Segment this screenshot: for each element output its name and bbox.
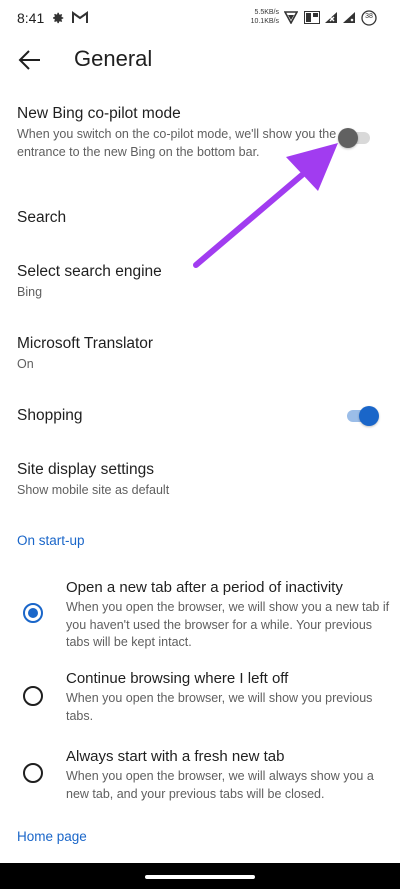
home-gesture-handle[interactable] [145, 875, 255, 879]
setting-copilot-mode[interactable]: New Bing co-pilot mode When you switch o… [0, 100, 400, 180]
startup-option-desc: When you open the browser, we will show … [66, 600, 390, 649]
copilot-toggle-thumb [338, 128, 358, 148]
translator-value: On [17, 357, 34, 371]
signal-icon [283, 11, 299, 29]
radio-button[interactable] [22, 685, 44, 707]
status-bar: 8:41 5.5KB/s 10.1KB/s 38 [0, 0, 400, 36]
system-navigation-bar [0, 863, 400, 889]
setting-site-display[interactable]: Site display settings Show mobile site a… [0, 452, 400, 502]
wifi-icon [342, 11, 356, 29]
speed-down: 10.1KB/s [250, 18, 279, 25]
translator-label: Microsoft Translator [17, 335, 154, 352]
network-speed: 5.5KB/s 10.1KB/s [249, 8, 279, 26]
search-engine-label: Select search engine [17, 263, 162, 280]
startup-option-title: Always start with a fresh new tab [66, 748, 285, 765]
page-title: General [74, 46, 153, 71]
shopping-label: Shopping [17, 407, 83, 424]
shopping-toggle-thumb [359, 406, 379, 426]
search-engine-value: Bing [17, 285, 43, 299]
startup-option[interactable]: Open a new tab after a period of inactiv… [0, 572, 400, 652]
section-heading-homepage: Home page [17, 829, 87, 844]
setting-translator[interactable]: Microsoft Translator On [0, 326, 400, 376]
startup-option[interactable]: Always start with a fresh new tab When y… [0, 742, 400, 806]
signal-crossed-icon [324, 11, 338, 29]
startup-option-title: Open a new tab after a period of inactiv… [66, 579, 343, 596]
speed-up: 5.5KB/s [254, 9, 279, 16]
startup-option-title: Continue browsing where I left off [66, 670, 289, 687]
copilot-description: When you switch on the co-pilot mode, we… [17, 127, 337, 159]
settings-gear-icon [51, 11, 65, 30]
battery-icon: 38 [361, 10, 377, 31]
gmail-icon [72, 11, 88, 29]
back-arrow-icon[interactable] [16, 46, 44, 74]
startup-option-desc: When you open the browser, we will alway… [66, 769, 374, 801]
section-heading-startup: On start-up [17, 533, 85, 548]
search-label: Search [17, 209, 67, 226]
volte-icon [304, 11, 320, 29]
site-display-label: Site display settings [17, 461, 154, 478]
setting-search[interactable]: Search [0, 200, 400, 234]
battery-level: 38 [365, 13, 373, 20]
app-bar: General [0, 36, 400, 86]
setting-shopping[interactable]: Shopping [0, 400, 400, 434]
radio-button-selected[interactable] [22, 602, 44, 624]
setting-search-engine[interactable]: Select search engine Bing [0, 254, 400, 304]
startup-option[interactable]: Continue browsing where I left off When … [0, 664, 400, 728]
status-time: 8:41 [17, 10, 45, 26]
radio-button[interactable] [22, 762, 44, 784]
copilot-toggle[interactable] [336, 127, 376, 149]
copilot-label: New Bing co-pilot mode [17, 105, 181, 122]
shopping-toggle[interactable] [343, 405, 383, 427]
startup-option-desc: When you open the browser, we will show … [66, 691, 373, 723]
site-display-value: Show mobile site as default [17, 483, 170, 497]
